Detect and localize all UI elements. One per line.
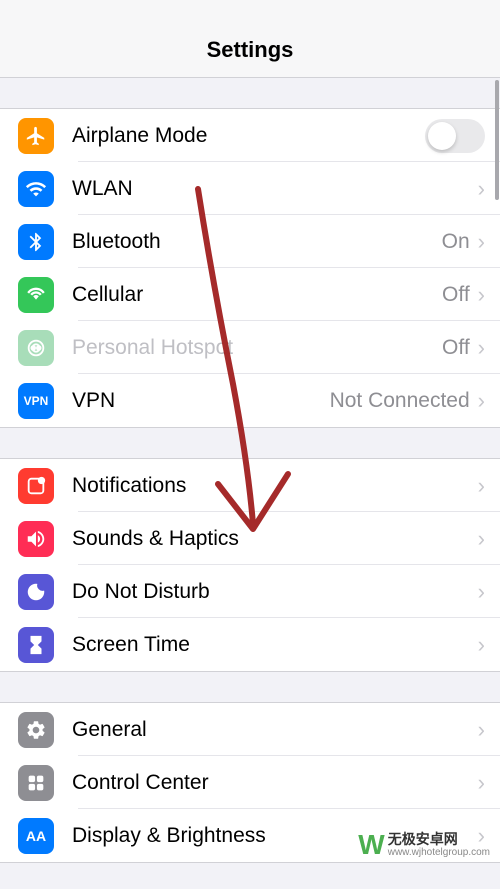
notifications-row[interactable]: Notifications › bbox=[0, 459, 500, 512]
airplane-icon bbox=[18, 118, 54, 154]
notifications-group: Notifications › Sounds & Haptics › Do No… bbox=[0, 458, 500, 672]
dnd-row[interactable]: Do Not Disturb › bbox=[0, 565, 500, 618]
cellular-icon bbox=[18, 277, 54, 313]
chevron-right-icon: › bbox=[478, 388, 485, 414]
chevron-right-icon: › bbox=[478, 473, 485, 499]
cellular-row[interactable]: Cellular Off › bbox=[0, 268, 500, 321]
dnd-label: Do Not Disturb bbox=[72, 580, 478, 604]
watermark-logo: W bbox=[358, 829, 381, 861]
chevron-right-icon: › bbox=[478, 632, 485, 658]
vpn-icon: VPN bbox=[18, 383, 54, 419]
bluetooth-label: Bluetooth bbox=[72, 230, 442, 254]
notifications-label: Notifications bbox=[72, 474, 478, 498]
wlan-label: WLAN bbox=[72, 177, 478, 201]
control-center-row[interactable]: Control Center › bbox=[0, 756, 500, 809]
wlan-row[interactable]: WLAN › bbox=[0, 162, 500, 215]
network-group: Airplane Mode WLAN › Bluetooth On › Cell… bbox=[0, 108, 500, 428]
chevron-right-icon: › bbox=[478, 526, 485, 552]
sounds-row[interactable]: Sounds & Haptics › bbox=[0, 512, 500, 565]
screentime-icon bbox=[18, 627, 54, 663]
control-center-icon bbox=[18, 765, 54, 801]
bluetooth-icon bbox=[18, 224, 54, 260]
sounds-icon bbox=[18, 521, 54, 557]
scrollbar[interactable] bbox=[495, 80, 499, 200]
general-icon bbox=[18, 712, 54, 748]
hotspot-label: Personal Hotspot bbox=[72, 336, 442, 360]
screentime-row[interactable]: Screen Time › bbox=[0, 618, 500, 671]
chevron-right-icon: › bbox=[478, 229, 485, 255]
screentime-label: Screen Time bbox=[72, 633, 478, 657]
general-label: General bbox=[72, 718, 478, 742]
chevron-right-icon: › bbox=[478, 579, 485, 605]
settings-header: Settings bbox=[0, 0, 500, 78]
control-center-label: Control Center bbox=[72, 771, 478, 795]
chevron-right-icon: › bbox=[478, 176, 485, 202]
general-row[interactable]: General › bbox=[0, 703, 500, 756]
vpn-value: Not Connected bbox=[330, 389, 470, 413]
hotspot-row[interactable]: Personal Hotspot Off › bbox=[0, 321, 500, 374]
chevron-right-icon: › bbox=[478, 282, 485, 308]
page-title: Settings bbox=[207, 37, 294, 63]
settings-content: Airplane Mode WLAN › Bluetooth On › Cell… bbox=[0, 78, 500, 889]
cellular-value: Off bbox=[442, 283, 470, 307]
sounds-label: Sounds & Haptics bbox=[72, 527, 478, 551]
chevron-right-icon: › bbox=[478, 717, 485, 743]
bluetooth-value: On bbox=[442, 230, 470, 254]
chevron-right-icon: › bbox=[478, 770, 485, 796]
airplane-mode-label: Airplane Mode bbox=[72, 124, 425, 148]
chevron-right-icon: › bbox=[478, 335, 485, 361]
display-icon: AA bbox=[18, 818, 54, 854]
bluetooth-row[interactable]: Bluetooth On › bbox=[0, 215, 500, 268]
vpn-row[interactable]: VPN VPN Not Connected › bbox=[0, 374, 500, 427]
vpn-label: VPN bbox=[72, 389, 330, 413]
notifications-icon bbox=[18, 468, 54, 504]
airplane-mode-toggle[interactable] bbox=[425, 119, 485, 153]
watermark: W 无极安卓网 www.wjhotelgroup.com bbox=[358, 829, 490, 861]
hotspot-value: Off bbox=[442, 336, 470, 360]
hotspot-icon bbox=[18, 330, 54, 366]
watermark-url: www.wjhotelgroup.com bbox=[388, 847, 490, 858]
airplane-mode-row[interactable]: Airplane Mode bbox=[0, 109, 500, 162]
dnd-icon bbox=[18, 574, 54, 610]
wifi-icon bbox=[18, 171, 54, 207]
cellular-label: Cellular bbox=[72, 283, 442, 307]
watermark-title: 无极安卓网 bbox=[388, 832, 490, 847]
